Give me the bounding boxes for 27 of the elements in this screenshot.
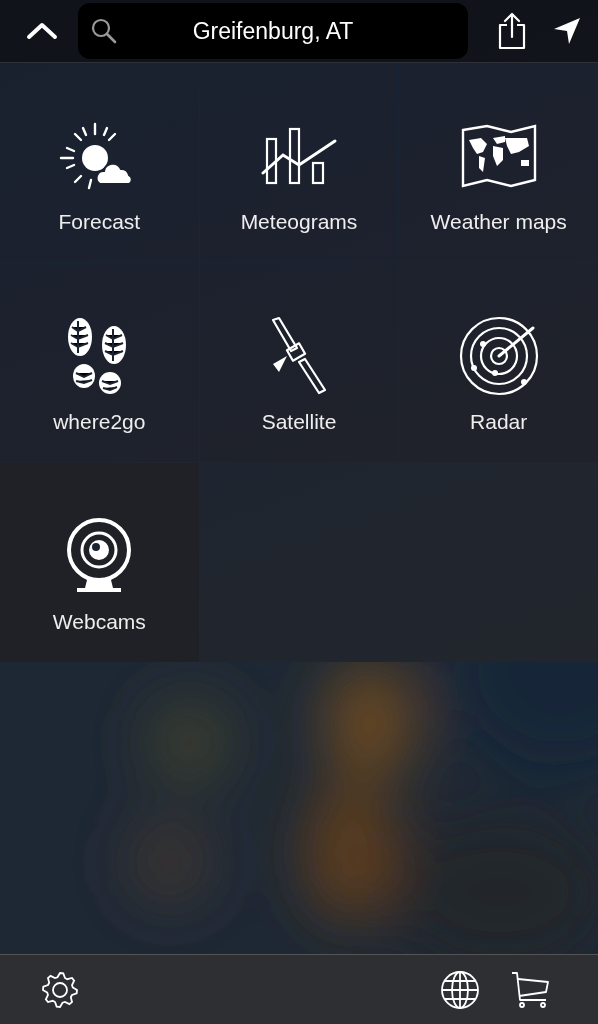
chart-icon	[261, 127, 337, 185]
cart-icon	[510, 969, 550, 1010]
menu-tile[interactable]: Webcams	[0, 463, 199, 662]
menu-tile[interactable]: Satellite	[199, 263, 399, 462]
tile-label: Webcams	[52, 610, 146, 634]
menu-tile[interactable]: Weather maps	[399, 63, 598, 262]
menu-tile[interactable]: Meteograms	[199, 63, 399, 262]
menu-tile[interactable]: Radar	[399, 263, 598, 462]
menu-tile[interactable]: where2go	[0, 263, 199, 462]
tile-label: where2go	[53, 410, 146, 434]
search-icon	[90, 17, 118, 45]
webcam-icon	[65, 518, 134, 594]
world-map-icon	[460, 124, 537, 188]
tile-label: Forecast	[58, 210, 141, 234]
search-field[interactable]: Greifenburg, AT	[78, 3, 468, 59]
tile-label: Radar	[470, 410, 528, 434]
globe-icon	[440, 969, 480, 1010]
location-arrow-icon	[552, 16, 582, 46]
settings-icon	[40, 969, 80, 1010]
chevron-up-icon	[26, 22, 58, 40]
radar-icon	[458, 316, 539, 396]
satellite-icon	[269, 316, 329, 396]
tile-label: Weather maps	[430, 210, 567, 234]
menu-tile[interactable]: Forecast	[0, 63, 199, 262]
tile-label: Meteograms	[240, 210, 358, 234]
tile-label: Satellite	[261, 410, 337, 434]
share-icon	[496, 12, 528, 50]
